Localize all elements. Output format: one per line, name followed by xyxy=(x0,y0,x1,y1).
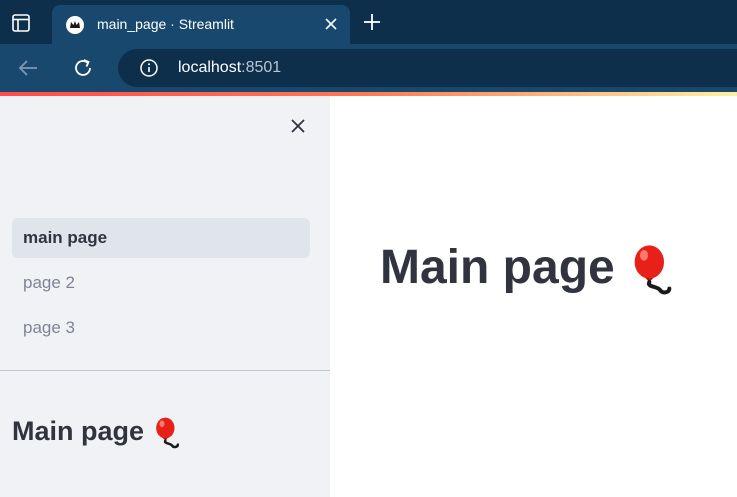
address-bar[interactable]: localhost:8501 xyxy=(118,49,737,87)
browser-tab-bar: main_page · Streamlit xyxy=(0,0,737,44)
balloon-icon xyxy=(634,245,672,295)
sidebar-item-main-page[interactable]: main page xyxy=(12,218,310,258)
sidebar-item-page-3[interactable]: page 3 xyxy=(12,308,310,348)
url-port: :8501 xyxy=(241,59,282,76)
tab-actions-icon[interactable] xyxy=(12,14,30,32)
url-text[interactable]: localhost:8501 xyxy=(178,59,281,77)
sidebar-item-label: page 3 xyxy=(23,318,75,337)
sidebar-item-label: main page xyxy=(23,228,108,247)
sidebar-heading: Main page xyxy=(12,416,182,450)
reload-icon[interactable] xyxy=(71,56,95,80)
close-sidebar-icon[interactable] xyxy=(287,115,309,137)
page-title-text: Main page xyxy=(380,241,615,294)
main-content: Main page xyxy=(330,96,737,497)
sidebar-heading-text: Main page xyxy=(12,416,145,447)
close-tab-icon[interactable] xyxy=(322,15,340,33)
balloon-icon xyxy=(155,417,179,449)
sidebar: main page page 2 page 3 Main page xyxy=(0,96,330,497)
streamlit-crown-icon xyxy=(66,16,84,34)
browser-nav-bar: localhost:8501 xyxy=(0,44,737,92)
sidebar-item-page-2[interactable]: page 2 xyxy=(12,263,310,303)
back-arrow-icon[interactable] xyxy=(16,56,40,80)
new-tab-icon[interactable] xyxy=(362,12,382,32)
sidebar-divider xyxy=(0,370,330,371)
page-title: Main page xyxy=(380,240,676,298)
browser-tab[interactable]: main_page · Streamlit xyxy=(52,5,350,44)
tab-title: main_page · Streamlit xyxy=(97,16,234,32)
url-host: localhost xyxy=(178,59,242,76)
sidebar-item-label: page 2 xyxy=(23,273,75,292)
info-icon[interactable] xyxy=(140,59,158,77)
